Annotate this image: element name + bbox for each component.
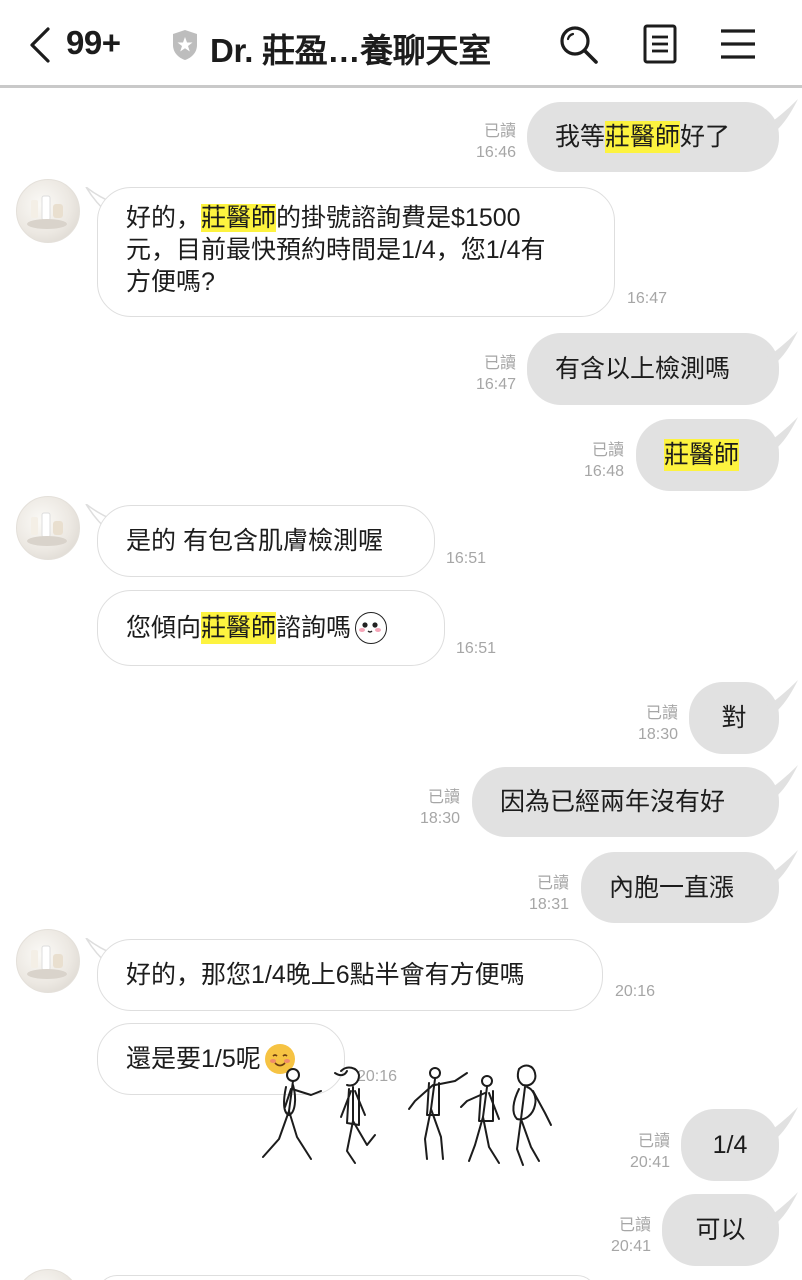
message-text: 對 [721, 704, 747, 732]
unread-count[interactable]: 99+ [66, 24, 121, 62]
my-message-bubble[interactable]: 有含以上檢測嗎 [527, 333, 779, 405]
message-text: 我等 [555, 123, 606, 151]
my-message-bubble[interactable]: 莊醫師 [636, 419, 779, 491]
chat-title: Dr. 莊盈…養聊天室 [210, 32, 491, 69]
their-message-bubble[interactable]: 好的，那您1/4晚上6點半會有方便嗎 [97, 939, 603, 1011]
message-text: 您傾向 [126, 614, 202, 642]
message-text: 還是要1/5呢 [126, 1045, 261, 1073]
read-receipt: 已讀 20:41 [610, 1217, 651, 1255]
highlighted-keyword: 莊醫師 [664, 439, 740, 471]
my-message-bubble[interactable]: 可以 [662, 1194, 779, 1266]
bubble-tail [764, 1192, 798, 1222]
message-text: 元，目前最快預約時間是1/4，您1/4有 [126, 236, 546, 264]
shield-star-icon [173, 30, 197, 60]
bubble-tail [764, 417, 798, 447]
read-receipt: 已讀 18:30 [419, 789, 460, 827]
bubble-tail [764, 99, 798, 129]
read-receipt: 已讀 18:30 [637, 705, 678, 743]
bubble-tail [764, 765, 798, 795]
chat-area[interactable]: 已讀 16:46 我等 莊醫師 好了 好的，莊醫師的掛號諮詢費是$1500 元，目前最快… [0, 91, 802, 1280]
avatar[interactable] [16, 1269, 80, 1280]
read-receipt: 已讀 18:31 [528, 875, 569, 913]
bubble-tail [764, 1107, 798, 1137]
blushing-face-emoji [355, 612, 388, 644]
highlighted-keyword: 莊醫師 [201, 204, 277, 232]
message-line: 元，目前最快預約時間是1/4，您1/4有 [126, 234, 546, 266]
their-message-bubble[interactable]: 您傾向 莊醫師 諮詢嗎 [97, 590, 445, 666]
my-message-bubble[interactable]: 內胞一直漲 [581, 852, 779, 923]
their-message-bubble[interactable] [97, 1275, 597, 1280]
highlighted-keyword: 莊醫師 [201, 612, 277, 644]
bubble-tail [764, 680, 798, 710]
my-message-bubble[interactable]: 我等 莊醫師 好了 [527, 102, 779, 172]
menu-icon[interactable] [716, 22, 760, 66]
avatar[interactable] [16, 179, 80, 243]
read-receipt: 已讀 16:47 [475, 355, 516, 393]
highlighted-keyword: 莊醫師 [605, 121, 681, 153]
message-line: 方便嗎? [126, 266, 546, 298]
message-text: 1/4 [712, 1131, 748, 1159]
message-text: 好了 [680, 123, 731, 151]
search-icon[interactable] [556, 22, 600, 66]
message-text: 方便嗎? [126, 268, 215, 296]
their-message-bubble[interactable]: 是的 有包含肌膚檢測喔 [97, 505, 435, 577]
message-text: 因為已經兩年沒有好 [500, 788, 726, 816]
message-text: 有含以上檢測嗎 [555, 355, 731, 383]
message-text: 內胞一直漲 [609, 873, 735, 902]
read-receipt: 已讀 16:48 [583, 442, 624, 480]
message-time: 20:16 [615, 983, 656, 1000]
bubble-tail [764, 850, 798, 880]
their-message-bubble[interactable]: 好的，莊醫師的掛號諮詢費是$1500 元，目前最快預約時間是1/4，您1/4有 方便… [97, 187, 615, 317]
avatar[interactable] [16, 929, 80, 993]
my-message-bubble[interactable]: 因為已經兩年沒有好 [472, 767, 779, 837]
read-receipt: 已讀 20:41 [629, 1133, 670, 1171]
read-receipt: 已讀 16:46 [475, 123, 516, 161]
message-time: 16:47 [627, 290, 668, 307]
bubble-tail [764, 331, 798, 361]
notes-icon[interactable] [638, 22, 682, 66]
message-text: 諮詢嗎 [276, 614, 352, 642]
avatar[interactable] [16, 496, 80, 560]
chat-header: 99+ Dr. 莊盈…養聊天室 [0, 0, 802, 88]
message-text: 好的，那您1/4晚上6點半會有方便嗎 [126, 961, 525, 989]
message-line: 好的，莊醫師的掛號諮詢費是$1500 [126, 202, 546, 234]
walking-people-sticker[interactable] [255, 1061, 555, 1181]
message-time: 16:51 [456, 640, 497, 657]
message-time: 16:51 [446, 550, 487, 567]
message-text: 的掛號諮詢費是$1500 [276, 204, 521, 232]
chevron-left-icon[interactable] [26, 26, 56, 64]
message-text: 可以 [695, 1216, 746, 1244]
message-text: 是的 有包含肌膚檢測喔 [126, 527, 383, 555]
message-text: 好的， [126, 204, 202, 232]
